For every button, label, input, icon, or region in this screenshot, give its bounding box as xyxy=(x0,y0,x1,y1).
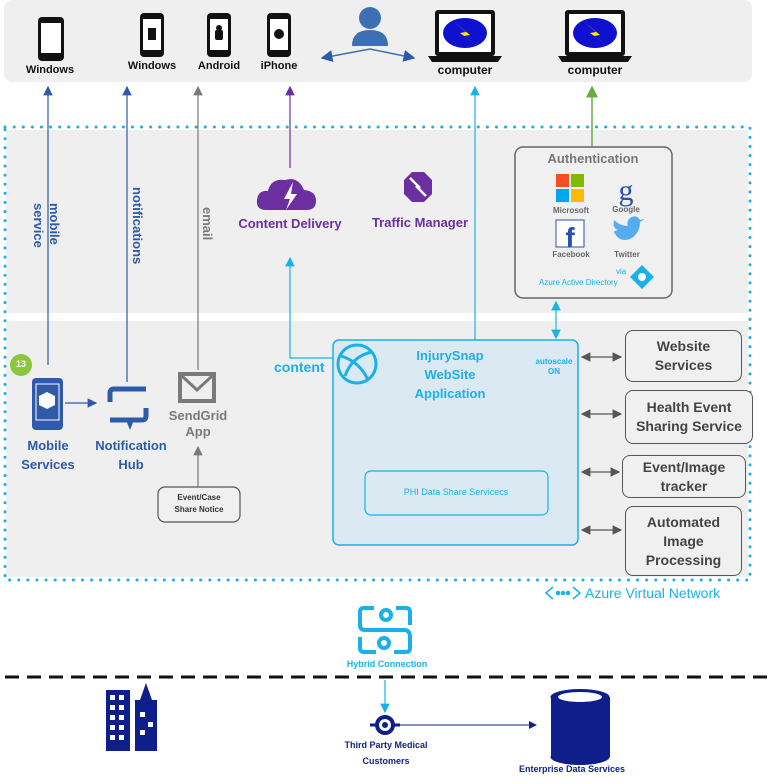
enterprise-data-services-label: Enterprise Data Services xyxy=(518,764,626,774)
windows-phone-icon xyxy=(140,13,164,57)
website-services-box: Website Services xyxy=(625,330,742,382)
laptop-icon-1 xyxy=(428,10,502,62)
provider-twitter: Twitter xyxy=(614,250,640,259)
provider-facebook: Facebook xyxy=(552,250,590,259)
webapp-title-3: Application xyxy=(414,386,486,401)
sendgrid-label-2: App xyxy=(185,424,211,439)
health-event-sharing-box: Health Event Sharing Service xyxy=(625,390,753,444)
notification-hub-label-2: Hub xyxy=(118,457,144,472)
device-label-computer-1: computer xyxy=(437,63,493,77)
content-label: content xyxy=(274,359,325,375)
webapp-title-1: InjurySnap xyxy=(416,348,484,363)
azure-virtual-network-label: Azure Virtual Network xyxy=(585,585,721,601)
azure-active-directory-label: Azure Active Directory xyxy=(539,278,618,287)
provider-google: Google xyxy=(612,205,640,214)
device-label-iphone: iPhone xyxy=(260,60,298,72)
iphone-icon xyxy=(267,13,291,57)
authentication-title: Authentication xyxy=(547,151,639,166)
virtual-network-icon xyxy=(544,586,582,600)
laptop-icon-2 xyxy=(558,10,632,62)
device-label-windows-2: Windows xyxy=(127,60,177,72)
device-label-android: Android xyxy=(197,60,241,72)
third-party-label-2: Customers xyxy=(362,756,410,766)
mobile-label: mobile xyxy=(47,203,62,245)
android-phone-icon xyxy=(207,13,231,57)
service-label: service xyxy=(31,203,46,248)
sendgrid-email-icon xyxy=(178,372,216,403)
autoscale-label: autoscale xyxy=(535,357,573,366)
via-label: via xyxy=(616,267,627,276)
automated-image-processing-box: Automated Image Processing xyxy=(625,506,742,576)
service-label: Image xyxy=(663,532,704,549)
device-label-computer-2: computer xyxy=(567,63,623,77)
service-label: Services xyxy=(654,357,713,373)
third-party-label-1: Third Party Medical xyxy=(344,740,428,750)
service-label: tracker xyxy=(660,477,708,494)
mobile-badge-count: 13 xyxy=(15,359,26,369)
hybrid-connection-label: Hybrid Connection xyxy=(346,659,428,669)
notice-label-1: Event/Case xyxy=(177,493,221,502)
notice-label-2: Share Notice xyxy=(174,505,224,514)
event-image-tracker-box: Event/Image tracker xyxy=(622,455,746,498)
phone-icon xyxy=(38,17,64,61)
database-icon xyxy=(550,689,610,765)
service-label: Sharing Service xyxy=(636,418,742,434)
service-label: Event/Image xyxy=(642,458,726,475)
phi-data-share-label: PHI Data Share Servicecs xyxy=(403,487,509,497)
webapp-title-2: WebSite xyxy=(424,367,476,382)
provider-microsoft: Microsoft xyxy=(553,206,589,215)
device-label-windows-1: Windows xyxy=(25,64,75,76)
sendgrid-label-1: SendGrid xyxy=(168,408,228,423)
traffic-manager-label: Traffic Manager xyxy=(371,215,469,230)
google-icon: g xyxy=(619,174,634,207)
notifications-label: notifications xyxy=(130,187,145,265)
building-icon xyxy=(106,683,157,751)
email-label: email xyxy=(200,207,215,241)
third-party-connector-icon xyxy=(370,715,400,735)
content-delivery-label: Content Delivery xyxy=(238,216,342,231)
service-label: Processing xyxy=(645,551,722,568)
notification-hub-label-1: Notification xyxy=(95,438,167,453)
service-label: Automated xyxy=(646,513,721,530)
traffic-manager-icon xyxy=(404,172,432,202)
hybrid-connection-icon xyxy=(358,606,412,654)
svg-text:f: f xyxy=(565,222,575,253)
mobile-services-label-1: Mobile xyxy=(27,438,69,453)
service-label: Website xyxy=(656,338,711,354)
mobile-services-label-2: Services xyxy=(21,457,75,472)
mobile-services-icon xyxy=(32,378,63,430)
service-label: Health Event xyxy=(646,399,732,415)
autoscale-state: ON xyxy=(548,367,560,376)
